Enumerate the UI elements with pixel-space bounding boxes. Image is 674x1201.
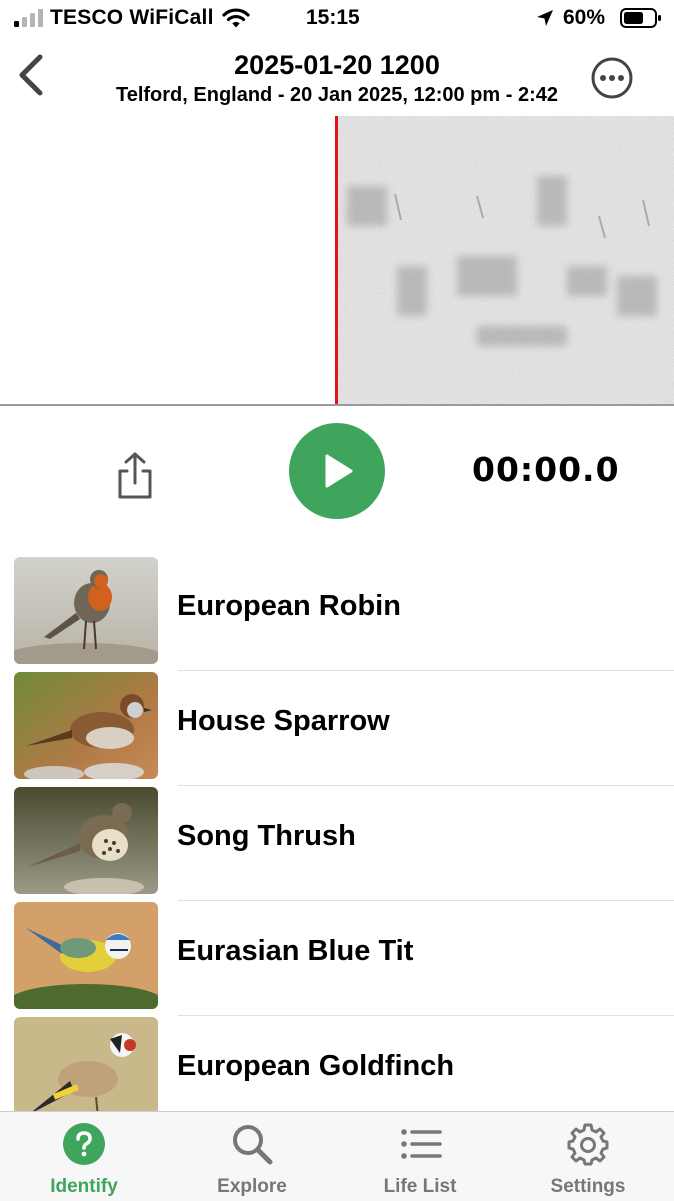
clock: 15:15	[306, 6, 360, 29]
species-row[interactable]: European Goldfinch	[0, 1016, 674, 1112]
tab-life-list[interactable]: Life List	[336, 1112, 504, 1201]
gear-icon	[567, 1123, 609, 1166]
thrush-photo	[14, 787, 158, 894]
recording-subtitle: Telford, England - 20 Jan 2025, 12:00 pm…	[115, 84, 558, 106]
elapsed-time: 00:00.0	[472, 450, 620, 489]
robin-photo	[14, 557, 158, 664]
tab-label: Identify	[50, 1176, 118, 1197]
tab-label: Explore	[217, 1176, 287, 1197]
species-name: European Robin	[177, 590, 401, 622]
species-list: European Robin House Sparrow Song Thrush…	[0, 556, 674, 1112]
tab-settings[interactable]: Settings	[504, 1112, 672, 1201]
wifi-icon	[222, 8, 250, 28]
recording-header: 2025-01-20 1200 Telford, England - 20 Ja…	[0, 38, 674, 116]
tab-explore[interactable]: Explore	[168, 1112, 336, 1201]
species-name: House Sparrow	[177, 705, 390, 737]
bluetit-photo	[14, 902, 158, 1009]
recording-title: 2025-01-20 1200	[234, 50, 440, 80]
tab-bar: Identify Explore Life List Settings	[0, 1111, 674, 1201]
play-icon	[325, 454, 353, 488]
carrier-name: TESCO WiFiCall	[50, 6, 214, 29]
status-bar: TESCO WiFiCall 15:15 60%	[0, 0, 674, 38]
species-name: European Goldfinch	[177, 1050, 455, 1082]
spectrogram-panel[interactable]	[0, 116, 674, 406]
magnifier-icon	[233, 1125, 273, 1165]
share-icon[interactable]	[112, 451, 158, 501]
species-row[interactable]: Song Thrush	[0, 786, 674, 901]
question-circle-icon	[63, 1123, 105, 1165]
species-name: Eurasian Blue Tit	[177, 935, 414, 967]
list-icon	[401, 1129, 442, 1159]
tab-label: Life List	[383, 1176, 457, 1197]
signal-strength-icon	[14, 9, 43, 27]
species-name: Song Thrush	[177, 820, 356, 852]
more-options-icon[interactable]	[590, 56, 634, 100]
player-controls: 00:00.0	[0, 406, 674, 541]
tab-label: Settings	[550, 1176, 626, 1197]
goldfinch-photo	[14, 1017, 158, 1112]
spectrogram[interactable]	[337, 116, 674, 404]
battery-icon	[620, 8, 661, 28]
battery-percentage: 60%	[563, 6, 606, 29]
tab-identify[interactable]: Identify	[0, 1112, 168, 1201]
play-button[interactable]	[289, 423, 385, 519]
playhead[interactable]	[335, 116, 338, 404]
species-row[interactable]: House Sparrow	[0, 671, 674, 786]
location-arrow-icon	[537, 10, 553, 26]
species-row[interactable]: European Robin	[0, 556, 674, 671]
species-row[interactable]: Eurasian Blue Tit	[0, 901, 674, 1016]
sparrow-photo	[14, 672, 158, 779]
